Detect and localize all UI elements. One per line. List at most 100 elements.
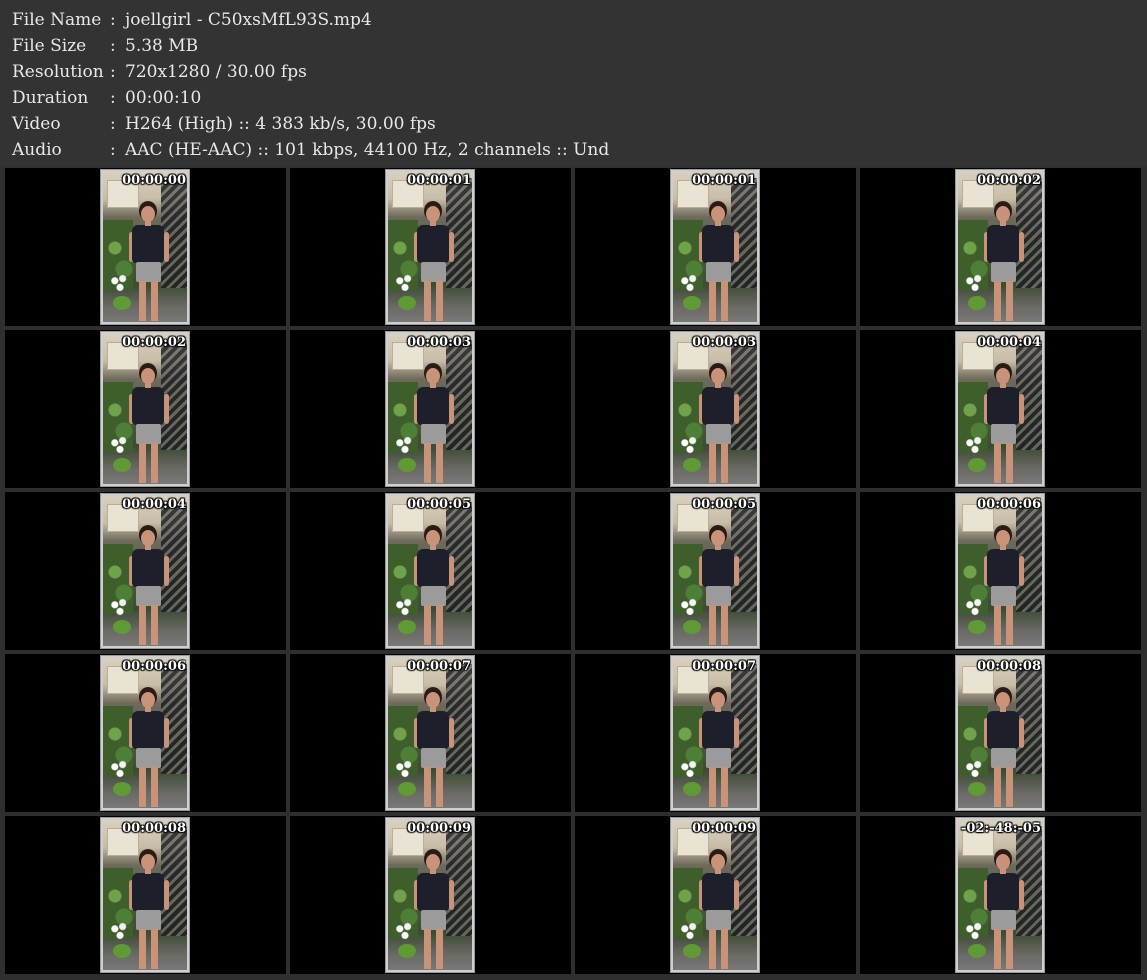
thumbnail-cell: 00:00:06	[5, 654, 286, 812]
info-colon: :	[110, 88, 116, 108]
frame-image	[673, 658, 757, 808]
person-figure	[982, 364, 1026, 484]
timestamp-label: 00:00:02	[977, 173, 1041, 188]
timestamp-label: 00:00:03	[692, 335, 756, 350]
thumbnail-cell: 00:00:05	[290, 492, 571, 650]
info-value: AAC (HE-AAC) :: 101 kbps, 44100 Hz, 2 ch…	[125, 140, 610, 160]
frame-image	[673, 820, 757, 970]
person-figure	[697, 364, 741, 484]
timestamp-label: 00:00:06	[122, 659, 186, 674]
thumbnail-cell: 00:00:04	[860, 330, 1141, 488]
timestamp-label: -02:-48:-05	[960, 821, 1041, 836]
video-frame: 00:00:03	[385, 331, 475, 487]
video-frame: 00:00:09	[385, 817, 475, 973]
video-frame: 00:00:04	[100, 493, 190, 649]
timestamp-label: 00:00:08	[122, 821, 186, 836]
timestamp-label: 00:00:04	[122, 497, 186, 512]
thumbnail-cell: 00:00:09	[290, 816, 571, 974]
frame-image	[388, 334, 472, 484]
video-frame: 00:00:09	[670, 817, 760, 973]
info-label: File Size	[12, 36, 87, 56]
frame-image	[388, 658, 472, 808]
info-label: Resolution	[12, 62, 104, 82]
timestamp-label: 00:00:01	[692, 173, 756, 188]
timestamp-label: 00:00:09	[692, 821, 756, 836]
frame-image	[388, 496, 472, 646]
video-frame: 00:00:05	[670, 493, 760, 649]
timestamp-label: 00:00:02	[122, 335, 186, 350]
person-figure	[982, 526, 1026, 646]
thumbnail-cell: 00:00:09	[575, 816, 856, 974]
thumbnail-cell: 00:00:02	[5, 330, 286, 488]
thumbnail-cell: 00:00:08	[860, 654, 1141, 812]
frame-image	[388, 172, 472, 322]
info-header: File Name : joellgirl - C50xsMfL93S.mp4 …	[0, 0, 1147, 166]
timestamp-label: 00:00:07	[692, 659, 756, 674]
video-frame: 00:00:06	[100, 655, 190, 811]
person-figure	[127, 850, 171, 970]
thumbnail-cell: -02:-48:-05	[860, 816, 1141, 974]
thumbnail-cell: 00:00:04	[5, 492, 286, 650]
thumbnail-cell: 00:00:06	[860, 492, 1141, 650]
timestamp-label: 00:00:00	[122, 173, 186, 188]
info-label: Duration	[12, 88, 89, 108]
video-frame: 00:00:08	[100, 817, 190, 973]
info-colon: :	[110, 140, 116, 160]
frame-image	[958, 172, 1042, 322]
info-colon: :	[110, 36, 116, 56]
timestamp-label: 00:00:04	[977, 335, 1041, 350]
video-frame: 00:00:03	[670, 331, 760, 487]
info-colon: :	[110, 114, 116, 134]
person-figure	[982, 850, 1026, 970]
frame-image	[103, 334, 187, 484]
info-colon: :	[110, 62, 116, 82]
frame-image	[673, 496, 757, 646]
timestamp-label: 00:00:06	[977, 497, 1041, 512]
thumbnail-grid: 00:00:00 00:00:01 00:00:01 00:00:02 00:00:02…	[5, 168, 1143, 978]
video-frame: 00:00:06	[955, 493, 1045, 649]
video-frame: 00:00:04	[955, 331, 1045, 487]
person-figure	[697, 202, 741, 322]
info-value: 720x1280 / 30.00 fps	[125, 62, 307, 82]
frame-image	[958, 334, 1042, 484]
thumbnail-cell: 00:00:07	[575, 654, 856, 812]
timestamp-label: 00:00:08	[977, 659, 1041, 674]
frame-image	[103, 496, 187, 646]
person-figure	[412, 526, 456, 646]
timestamp-label: 00:00:05	[692, 497, 756, 512]
person-figure	[127, 364, 171, 484]
info-label: Video	[12, 114, 61, 134]
timestamp-label: 00:00:05	[407, 497, 471, 512]
video-frame: 00:00:02	[100, 331, 190, 487]
frame-image	[388, 820, 472, 970]
thumbnail-cell: 00:00:01	[290, 168, 571, 326]
info-label: Audio	[12, 140, 62, 160]
timestamp-label: 00:00:01	[407, 173, 471, 188]
person-figure	[127, 688, 171, 808]
person-figure	[697, 850, 741, 970]
thumbnail-cell: 00:00:08	[5, 816, 286, 974]
video-frame: -02:-48:-05	[955, 817, 1045, 973]
frame-image	[103, 172, 187, 322]
video-frame: 00:00:01	[385, 169, 475, 325]
person-figure	[127, 202, 171, 322]
video-frame: 00:00:05	[385, 493, 475, 649]
thumbnail-cell: 00:00:05	[575, 492, 856, 650]
person-figure	[982, 202, 1026, 322]
person-figure	[697, 688, 741, 808]
frame-image	[958, 820, 1042, 970]
frame-image	[103, 658, 187, 808]
video-frame: 00:00:07	[385, 655, 475, 811]
person-figure	[412, 688, 456, 808]
frame-image	[673, 172, 757, 322]
thumbnail-cell: 00:00:01	[575, 168, 856, 326]
person-figure	[127, 526, 171, 646]
info-label: File Name	[12, 10, 102, 30]
info-value: 5.38 MB	[125, 36, 199, 56]
thumbnail-cell: 00:00:03	[290, 330, 571, 488]
video-frame: 00:00:07	[670, 655, 760, 811]
person-figure	[982, 688, 1026, 808]
timestamp-label: 00:00:07	[407, 659, 471, 674]
person-figure	[412, 364, 456, 484]
frame-image	[958, 496, 1042, 646]
